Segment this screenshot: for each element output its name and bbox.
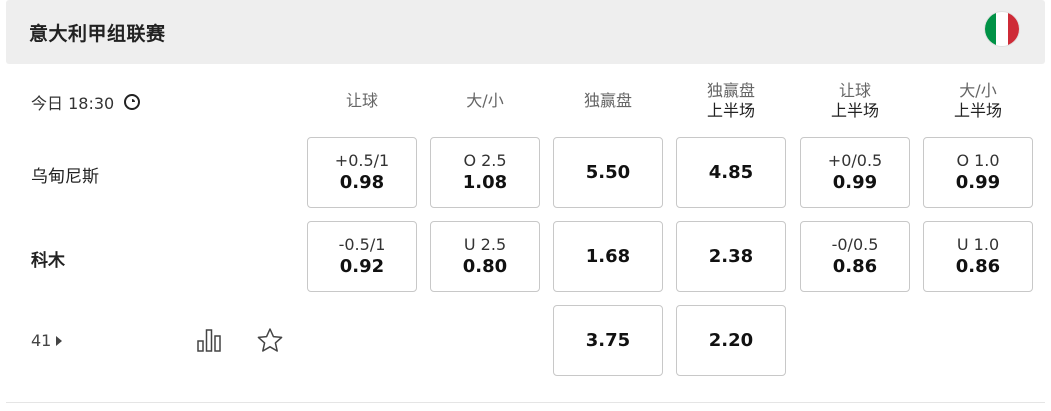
flag-stripe-red xyxy=(1007,12,1019,46)
odds-price: 1.68 xyxy=(585,245,631,267)
home-team-name[interactable]: 乌甸尼斯 xyxy=(31,162,99,187)
column-header-1x2-first-half: 独赢盘 上半场 xyxy=(676,78,786,124)
italy-flag-icon xyxy=(985,12,1019,46)
column-header-handicap: 让球 xyxy=(307,78,417,124)
odds-line: U 2.5 xyxy=(463,234,507,254)
flag-stripe-white xyxy=(996,12,1008,46)
odds-price: 0.92 xyxy=(339,255,385,277)
odds-button-draw[interactable]: 3.75 xyxy=(553,305,663,376)
column-header-label: 让球 xyxy=(345,91,378,110)
odds-line: -0.5/1 xyxy=(338,234,386,254)
odds-line: +0.5/1 xyxy=(334,150,390,170)
odds-button[interactable]: +0.5/1 0.98 xyxy=(307,137,417,208)
league-title: 意大利甲组联赛 xyxy=(29,23,166,45)
odds-button[interactable]: 4.85 xyxy=(676,137,786,208)
odds-button[interactable]: O 2.5 1.08 xyxy=(430,137,540,208)
column-header-label: 让球 xyxy=(838,81,871,100)
odds-line: U 1.0 xyxy=(956,234,1000,254)
column-header-label: 独赢盘 xyxy=(583,91,632,110)
odds-line: O 1.0 xyxy=(956,150,1000,170)
triangle-right-icon xyxy=(56,335,63,346)
column-header-handicap-first-half: 让球 上半场 xyxy=(800,78,910,124)
odds-price: 0.86 xyxy=(832,255,878,277)
column-header-sublabel: 上半场 xyxy=(953,101,1002,120)
odds-price: 0.98 xyxy=(339,171,385,193)
odds-button[interactable]: 1.68 xyxy=(553,221,663,292)
odds-line: O 2.5 xyxy=(463,150,507,170)
odds-price: 0.99 xyxy=(955,171,1001,193)
column-header-sublabel: 上半场 xyxy=(706,101,755,120)
divider xyxy=(6,402,1045,403)
odds-price: 0.86 xyxy=(955,255,1001,277)
odds-button[interactable]: 2.38 xyxy=(676,221,786,292)
column-header-label: 大/小 xyxy=(466,91,504,110)
match-time-text: 今日 18:30 xyxy=(31,94,115,113)
star-icon[interactable] xyxy=(256,327,284,353)
odds-button[interactable]: O 1.0 0.99 xyxy=(923,137,1033,208)
odds-price: 4.85 xyxy=(708,161,754,183)
column-header-sublabel: 上半场 xyxy=(830,101,879,120)
odds-price: 5.50 xyxy=(585,161,631,183)
match-time: 今日 18:30 xyxy=(31,90,141,114)
odds-line: +0/0.5 xyxy=(827,150,883,170)
column-header-over-under: 大/小 xyxy=(430,78,540,124)
column-header-label: 独赢盘 xyxy=(706,81,755,100)
clock-icon xyxy=(124,94,141,110)
odds-price: 2.38 xyxy=(708,245,754,267)
odds-button[interactable]: +0/0.5 0.99 xyxy=(800,137,910,208)
league-header: 意大利甲组联赛 xyxy=(6,0,1045,64)
odds-price: 0.99 xyxy=(832,171,878,193)
odds-button-draw[interactable]: 2.20 xyxy=(676,305,786,376)
flag-stripe-green xyxy=(985,12,997,46)
odds-button[interactable]: -0/0.5 0.86 xyxy=(800,221,910,292)
odds-price: 2.20 xyxy=(708,329,754,351)
odds-price: 1.08 xyxy=(462,171,508,193)
odds-price: 3.75 xyxy=(585,329,631,351)
stats-icon[interactable] xyxy=(196,327,222,353)
column-header-label: 大/小 xyxy=(959,81,997,100)
odds-price: 0.80 xyxy=(462,255,508,277)
odds-line: -0/0.5 xyxy=(831,234,879,254)
away-team-name[interactable]: 科木 xyxy=(31,246,65,271)
more-markets-count: 41 xyxy=(31,331,52,350)
odds-button[interactable]: U 1.0 0.86 xyxy=(923,221,1033,292)
column-header-over-under-first-half: 大/小 上半场 xyxy=(923,78,1033,124)
odds-button[interactable]: -0.5/1 0.92 xyxy=(307,221,417,292)
odds-button[interactable]: U 2.5 0.80 xyxy=(430,221,540,292)
odds-button[interactable]: 5.50 xyxy=(553,137,663,208)
more-markets-link[interactable]: 41 xyxy=(31,331,63,350)
column-header-1x2: 独赢盘 xyxy=(553,78,663,124)
